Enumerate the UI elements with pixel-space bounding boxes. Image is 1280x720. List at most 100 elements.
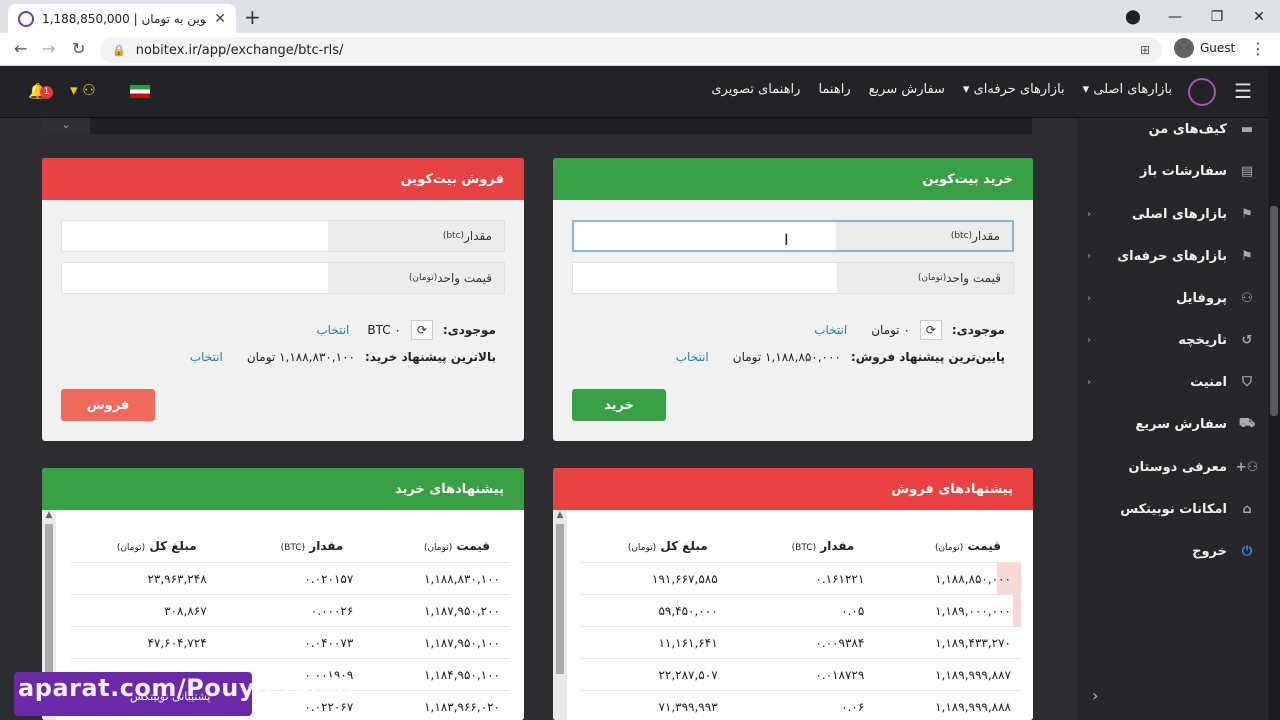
menu-kebab-icon[interactable]: ⋮ xyxy=(1250,39,1266,58)
table-header: قیمت (تومان) مقدار (BTC) مبلغ کل (تومان) xyxy=(627,539,1001,553)
sidebar-item-main-markets[interactable]: ⚑ بازارهای اصلی ‹ xyxy=(1077,193,1267,235)
sidebar-item-profile[interactable]: ⚇ پروفایل ‹ xyxy=(1077,277,1267,319)
buy-card-title: خرید بیت‌کوین xyxy=(553,158,1033,200)
buy-amount-input[interactable] xyxy=(574,222,836,250)
notification-badge: 1 xyxy=(40,86,53,99)
shield-icon: ⛉ xyxy=(1242,374,1252,390)
nav-pro-markets[interactable]: بازارهای حرفه‌ای ▾ xyxy=(963,82,1065,97)
refresh-icon[interactable]: ⟳ xyxy=(410,320,433,340)
table-row[interactable]: ۱,۱۸۹,۴۳۳,۲۷۰ ۰.۰۰۹۳۸۴ ۱۱,۱۶۱,۶۴۱ xyxy=(581,626,1021,658)
sidebar-item-logout[interactable]: ⏻ خروج xyxy=(1077,530,1267,572)
chevron-left-icon: ‹ xyxy=(1086,208,1092,220)
chevron-left-icon: ‹ xyxy=(1086,334,1092,346)
features-icon: ⌂ xyxy=(1242,501,1252,517)
sidebar-collapse-icon[interactable]: › xyxy=(1092,686,1098,705)
sell-balance-value: ۰ BTC xyxy=(367,323,401,337)
table-row[interactable]: ۱,۱۸۷,۹۵۰,۲۰۰ ۰.۰۰۰۲۶ ۳۰۸,۸۶۷ xyxy=(70,594,510,626)
add-user-icon: ⚇+ xyxy=(1235,459,1259,475)
main-nav: بازارهای اصلی ▾ بازارهای حرفه‌ای ▾ سفارش… xyxy=(711,82,1172,97)
nobitex-logo[interactable] xyxy=(1188,78,1216,106)
buy-best-value: ۱,۱۸۸,۸۵۰,۰۰۰ تومان xyxy=(732,350,841,364)
orders-icon: ▤ xyxy=(1240,163,1254,179)
sell-card-title: فروش بیت‌کوین xyxy=(42,158,524,200)
sidebar-item-pro-markets[interactable]: ⚑ بازارهای حرفه‌ای ‹ xyxy=(1077,235,1267,277)
nav-quick-order[interactable]: سفارش سریع xyxy=(869,82,945,97)
sell-orders-title: پیشنهادهای فروش xyxy=(553,468,1033,510)
sell-amount-input[interactable] xyxy=(62,221,328,251)
table-row[interactable]: ۱,۱۸۹,۹۹۹,۸۸۷ ۰.۰۱۸۷۲۹ ۲۲,۲۸۷,۵۰۷ xyxy=(581,658,1021,690)
url-field[interactable]: 🔒 nobitex.ir/app/exchange/btc-rls/ ⊞ xyxy=(100,37,1162,63)
text-cursor-icon: I xyxy=(784,230,789,249)
sell-card: فروش بیت‌کوین مقدار (btc) قیمت واحد (تومان… xyxy=(42,158,524,441)
buy-best-line: پایین‌ترین پیشنهاد فروش: ۱,۱۸۸,۸۵۰,۰۰۰ ت… xyxy=(675,350,1005,364)
back-icon[interactable]: ← xyxy=(14,39,27,58)
power-icon: ⏻ xyxy=(1241,543,1253,559)
buy-price-input[interactable] xyxy=(573,263,837,293)
buy-balance-value: ۰ تومان xyxy=(871,323,910,337)
nav-main-markets[interactable]: بازارهای اصلی ▾ xyxy=(1083,82,1172,97)
buy-amount-field[interactable]: مقدار (btc) xyxy=(572,220,1014,252)
nav-visual-help[interactable]: راهنمای تصویری xyxy=(711,82,800,97)
sell-best-select-link[interactable]: انتخاب xyxy=(190,350,223,364)
translate-icon[interactable]: ⊞ xyxy=(1140,43,1150,57)
buy-button[interactable]: خرید xyxy=(572,389,666,421)
maximize-icon[interactable]: ❐ xyxy=(1196,9,1238,25)
profile-button[interactable]: Guest xyxy=(1174,38,1235,58)
sell-amount-field[interactable]: مقدار (btc) xyxy=(61,220,505,252)
sidebar-item-referral[interactable]: ⚇+ معرفی دوستان xyxy=(1077,446,1267,488)
sidebar: ▬ کیف‌های من ▤ سفارشات باز ⚑ بازارهای اصلی ‹… xyxy=(1077,118,1267,720)
url-text: nobitex.ir/app/exchange/btc-rls/ xyxy=(135,42,344,58)
sidebar-item-history[interactable]: ↺ تاریخچه ‹ xyxy=(1077,319,1267,361)
history-icon: ↺ xyxy=(1241,332,1253,348)
sidebar-item-wallets[interactable]: ▬ کیف‌های من xyxy=(1077,108,1267,150)
sell-best-value: ۱,۱۸۸,۸۳۰,۱۰۰ تومان xyxy=(246,350,355,364)
table-row[interactable]: ۱,۱۸۹,۹۹۹,۸۸۸ ۰.۰۶ ۷۱,۳۹۹,۹۹۳ xyxy=(581,690,1021,720)
user-icon[interactable]: ▾ ⚇ xyxy=(70,81,96,99)
sidebar-item-open-orders[interactable]: ▤ سفارشات باز xyxy=(1077,150,1267,192)
iran-flag-icon[interactable] xyxy=(130,85,150,98)
minimize-icon[interactable]: — xyxy=(1154,9,1196,25)
new-tab-icon[interactable]: + xyxy=(244,5,261,29)
reload-icon[interactable]: ↻ xyxy=(72,39,85,58)
table-row[interactable]: ۱,۱۸۸,۸۳۰,۱۰۰ ۰.۰۲۰۱۵۷ ۲۳,۹۶۳,۲۴۸ xyxy=(70,562,510,594)
table-row[interactable]: ۱,۱۸۹,۰۰۰,۰۰۰ ۰.۰۵ ۵۹,۴۵۰,۰۰۰ xyxy=(581,594,1021,626)
market-selector-strip: ⌄ xyxy=(42,118,1032,134)
forward-icon[interactable]: → xyxy=(42,39,55,58)
chevron-down-icon[interactable]: ⌄ xyxy=(42,118,90,134)
buy-price-field[interactable]: قیمت واحد (تومان) xyxy=(572,262,1014,294)
profile-dropdown-icon[interactable]: ⬤ xyxy=(1112,9,1154,25)
sell-orders-card: پیشنهادهای فروش ▲ قیمت (تومان) مقدار (BT… xyxy=(553,468,1033,720)
sidebar-item-quick-order[interactable]: ⛟ سفارش سریع xyxy=(1077,403,1267,445)
sell-price-input[interactable] xyxy=(62,263,328,293)
table-row[interactable]: ۱,۱۸۷,۹۵۰,۱۰۰ ۰.۰۴۰۰۷۳ ۴۷,۶۰۴,۷۲۴ xyxy=(70,626,510,658)
buy-orders-title: پیشنهادهای خرید xyxy=(42,468,524,510)
lock-icon: 🔒 xyxy=(112,43,126,57)
page-scrollbar[interactable] xyxy=(1268,66,1280,720)
buy-best-select-link[interactable]: انتخاب xyxy=(676,350,709,364)
orders-scrollbar[interactable]: ▲ xyxy=(553,510,567,720)
sell-balance-select-link[interactable]: انتخاب xyxy=(316,323,349,337)
table-row[interactable]: ۱,۱۸۸,۸۵۰,۰۰۰ ۰.۱۶۱۲۲۱ ۱۹۱,۶۶۷,۵۸۵ xyxy=(581,562,1021,594)
profile-icon: ⚇ xyxy=(1241,290,1253,306)
avatar-icon xyxy=(1174,38,1194,58)
browser-tabbar: 1,188,850,000 | بیت‌کوین به تومان ✕ + ⬤ … xyxy=(0,0,1280,33)
table-header: قیمت (تومان) مقدار (BTC) مبلغ کل (تومان) xyxy=(116,539,490,553)
sell-button[interactable]: فروش xyxy=(61,389,155,421)
sell-best-line: بالاترین پیشنهاد خرید: ۱,۱۸۸,۸۳۰,۱۰۰ توم… xyxy=(189,350,496,364)
close-tab-icon[interactable]: ✕ xyxy=(214,11,226,27)
video-watermark: aparat.com/Pouya.tajiiii xyxy=(18,674,354,702)
nav-help[interactable]: راهنما xyxy=(818,82,850,97)
tab-title: 1,188,850,000 | بیت‌کوین به تومان xyxy=(42,11,206,26)
browser-tab[interactable]: 1,188,850,000 | بیت‌کوین به تومان ✕ xyxy=(8,4,236,33)
window-controls: ⬤ — ❐ ✕ xyxy=(1112,0,1280,33)
sidebar-item-security[interactable]: ⛉ امنیت ‹ xyxy=(1077,361,1267,403)
refresh-icon[interactable]: ⟳ xyxy=(919,320,942,340)
buy-balance-select-link[interactable]: انتخاب xyxy=(814,323,847,337)
address-bar-row: ← → ↻ 🔒 nobitex.ir/app/exchange/btc-rls/… xyxy=(0,33,1280,66)
close-window-icon[interactable]: ✕ xyxy=(1238,9,1280,25)
hamburger-icon[interactable]: ☰ xyxy=(1234,79,1252,103)
sell-price-field[interactable]: قیمت واحد (تومان) xyxy=(61,262,505,294)
site-favicon-icon xyxy=(18,10,34,27)
chevron-left-icon: ‹ xyxy=(1086,376,1092,388)
sidebar-item-features[interactable]: ⌂ امکانات نوبیتکس xyxy=(1077,488,1267,530)
